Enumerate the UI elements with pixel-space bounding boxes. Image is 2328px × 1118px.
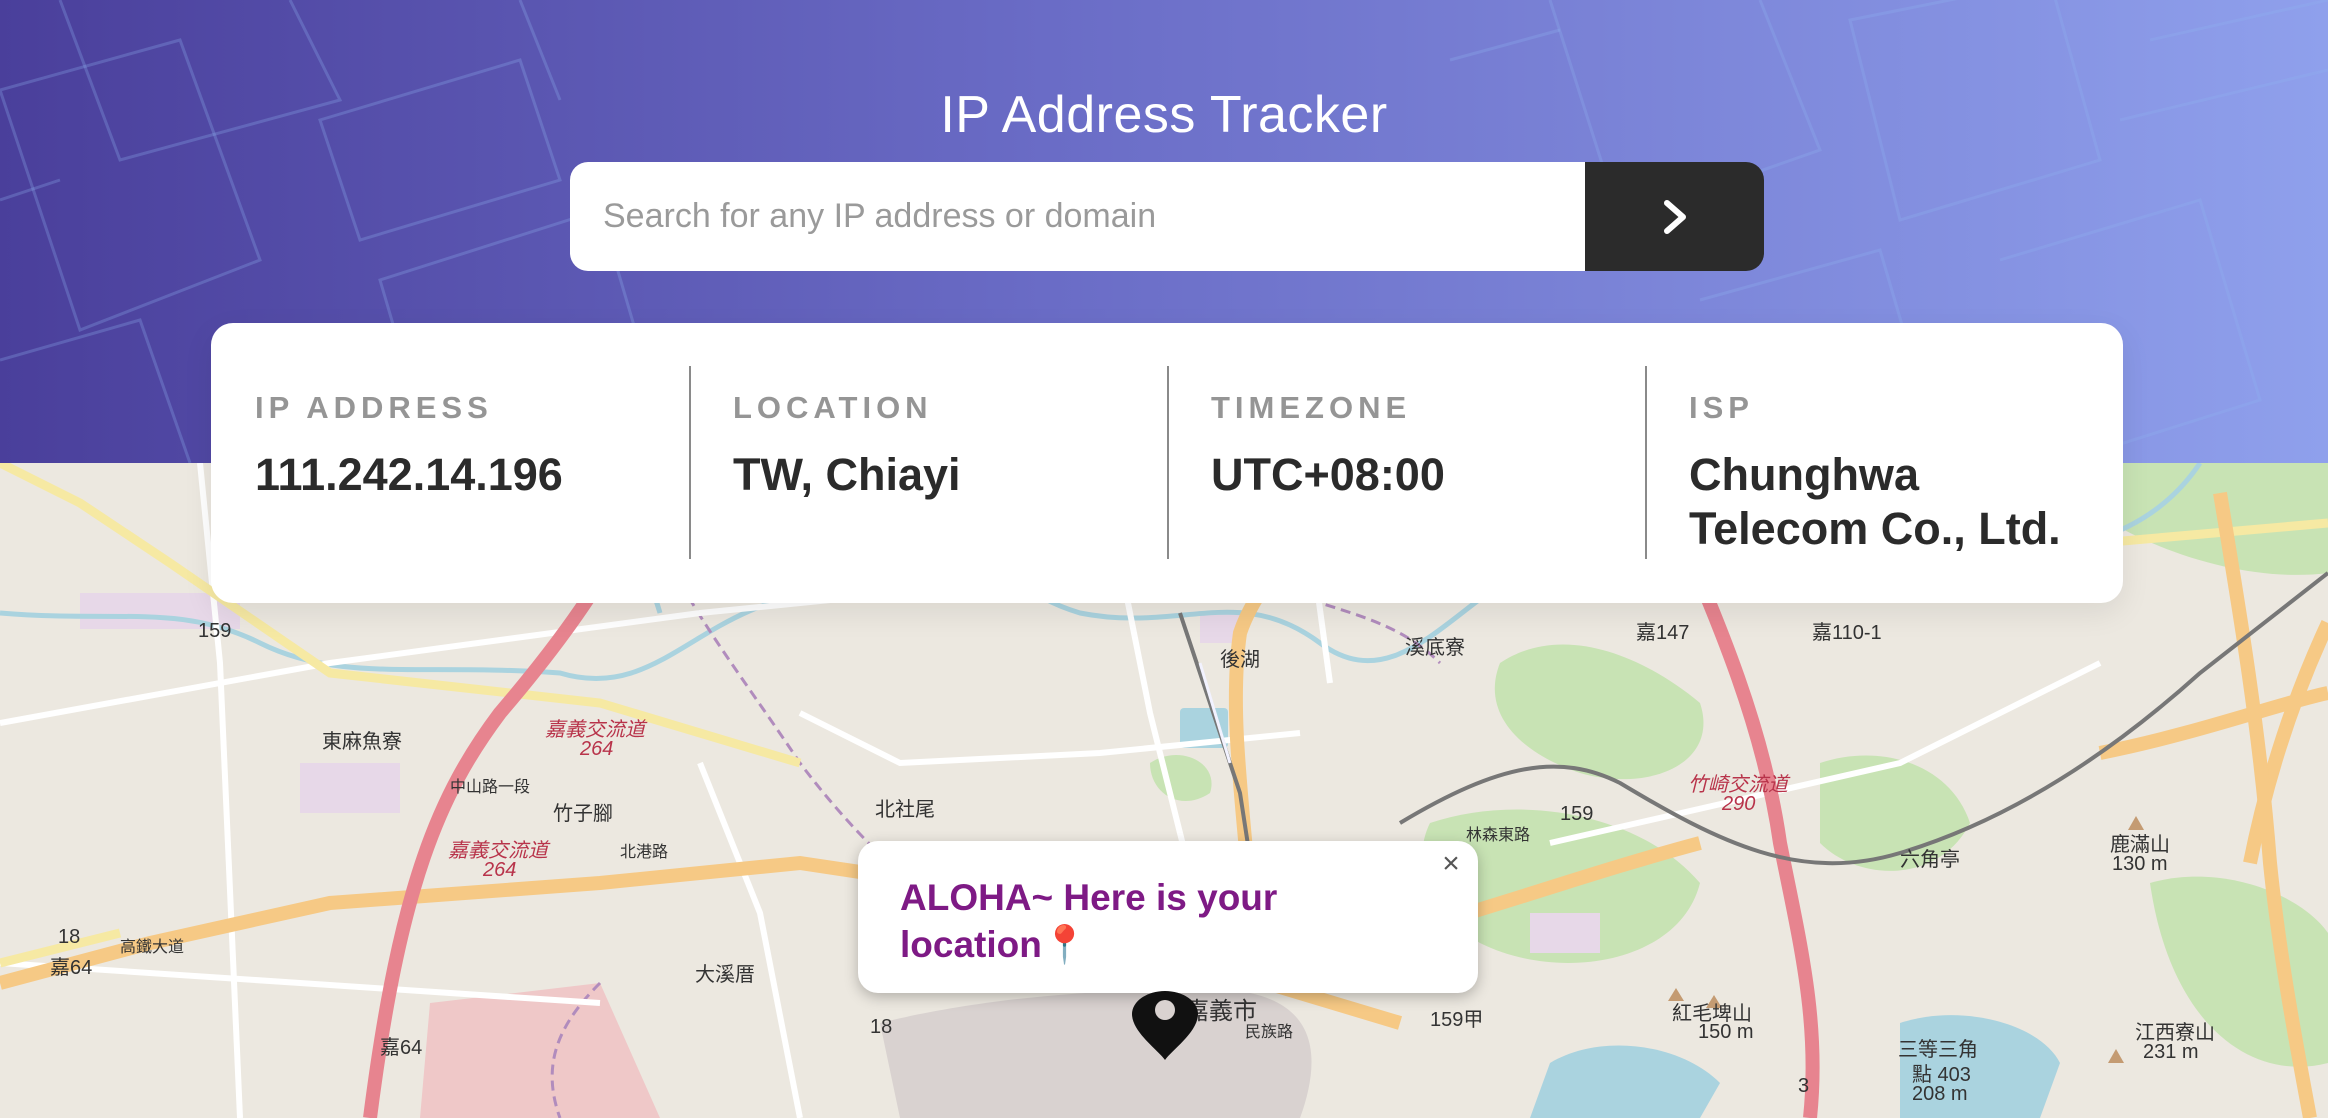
map-label: 159 [1560,803,1594,825]
map-label: 130 m [2112,853,2168,875]
popup-message: ALOHA~ Here is your location📍 [900,877,1278,965]
map-label: 嘉147 [1636,622,1690,644]
map-label: 高鐵大道 [120,939,185,956]
map-label: 150 m [1698,1021,1754,1043]
timezone-section: TIMEZONE UTC+08:00 [1167,323,1645,603]
map-label: 溪底寮 [1405,637,1465,659]
map-label: 290 [1722,793,1756,815]
map-label: 231 m [2143,1041,2199,1063]
map-label: 159甲 [1430,1009,1484,1031]
location-value: TW, Chiayi [733,449,961,500]
map-label: 208 m [1912,1083,1968,1105]
map-label: 大溪厝 [695,964,755,986]
map-label: 東麻魚寮 [322,731,402,753]
map-label: 嘉110-1 [1812,622,1882,644]
page-title: IP Address Tracker [940,85,1388,144]
map-label: 北社尾 [875,799,935,821]
map-label: 3 [1798,1075,1810,1097]
map-label: 六角亭 [1900,849,1960,871]
map-label: 159 [198,620,232,642]
search-input[interactable] [570,162,1585,271]
map-label: 嘉64 [380,1037,423,1059]
map-label: 中山路一段 [450,779,531,796]
map-label: 竹子腳 [553,803,613,825]
ip-address-label: IP ADDRESS [255,390,493,425]
isp-section: ISP Chunghwa Telecom Co., Ltd. [1645,323,2123,603]
chevron-right-icon [1663,199,1686,234]
map-label: 嘉64 [50,957,93,979]
map-label: 後湖 [1220,649,1260,671]
location-label: LOCATION [733,390,933,425]
timezone-value: UTC+08:00 [1211,449,1445,500]
location-section: LOCATION TW, Chiayi [689,323,1167,603]
isp-value: Chunghwa Telecom Co., Ltd. [1689,449,2061,554]
map-label: 18 [58,926,81,948]
location-popup: ALOHA~ Here is your location📍 × [858,841,1478,993]
map-label: 林森東路 [1466,827,1531,844]
page: IP Address Tracker IP ADDRESS 111.242.14… [0,0,2328,1118]
ip-address-value: 111.242.14.196 [255,449,563,500]
close-icon[interactable]: × [1436,849,1466,879]
map-label: 18 [870,1016,893,1038]
search-bar [570,162,1764,271]
location-marker-icon[interactable] [1130,990,1200,1062]
timezone-label: TIMEZONE [1211,390,1412,425]
isp-label: ISP [1689,390,1754,425]
search-submit-button[interactable] [1585,162,1764,271]
map-label: 264 [580,738,614,760]
ip-address-section: IP ADDRESS 111.242.14.196 [211,323,689,603]
map-label: 北港路 [620,844,669,861]
ip-info-card: IP ADDRESS 111.242.14.196 LOCATION TW, C… [211,323,2123,603]
map-label: 264 [483,859,517,881]
map-label: 民族路 [1245,1024,1294,1041]
